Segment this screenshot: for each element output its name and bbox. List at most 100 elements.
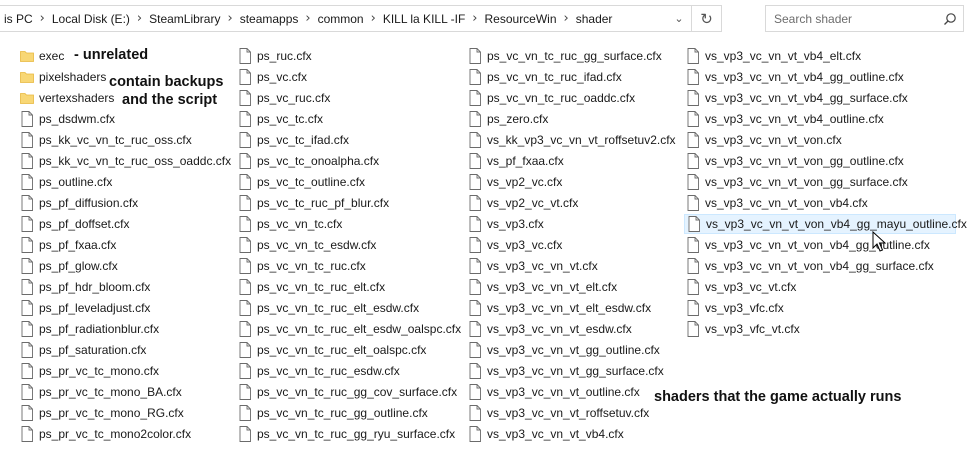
file-item[interactable]: ps_vc_vn_tc_ruc_gg_outline.cfx [236,403,428,423]
file-item[interactable]: vs_vp3_vc_vn_vt_vb4_outline.cfx [684,109,884,129]
file-item[interactable]: vs_vp3_vc_vn_vt_vb4_gg_surface.cfx [684,88,908,108]
file-item[interactable]: ps_vc_vn_tc_ruc_elt.cfx [236,277,385,297]
file-item[interactable]: ps_vc_tc.cfx [236,109,323,129]
file-item[interactable]: vs_vp3_vc_vn_vt_roffsetuv.cfx [466,403,649,423]
file-item[interactable]: ps_outline.cfx [18,172,112,192]
item-label: ps_vc_vn_tc_ruc_elt.cfx [257,280,386,294]
file-item[interactable]: ps_kk_vc_vn_tc_ruc_oss.cfx [18,130,192,150]
chevron-right-icon[interactable]: › [561,11,572,26]
file-item[interactable]: ps_vc.cfx [236,67,307,87]
search-input[interactable] [766,11,937,26]
search-icon[interactable] [937,6,963,31]
file-item[interactable]: ps_pr_vc_tc_mono.cfx [18,361,159,381]
file-item[interactable]: ps_vc_vn_tc_ruc_elt_oalspc.cfx [236,340,426,360]
file-item[interactable]: ps_vc_tc_outline.cfx [236,172,365,192]
chevron-down-icon[interactable]: ⌄ [667,6,691,31]
file-item[interactable]: ps_dsdwm.cfx [18,109,115,129]
file-item[interactable]: vs_vp3_vc_vn_vt_von_gg_surface.cfx [684,172,908,192]
chevron-right-icon[interactable]: › [469,11,480,26]
file-item[interactable]: ps_vc_vn_tc_ruc_ifad.cfx [466,67,622,87]
chevron-right-icon[interactable]: › [134,11,145,26]
file-item[interactable]: ps_vc_ruc.cfx [236,88,330,108]
file-item[interactable]: vs_vp3_vc_vn_vt_vb4.cfx [466,424,624,444]
file-item[interactable]: vs_vp3_vc_vn_vt_von_vb4_gg_mayu_outline.… [684,214,967,234]
file-item[interactable]: vs_vp3_vc_vn_vt_vb4_elt.cfx [684,46,861,66]
file-item[interactable]: ps_vc_vn_tc_ruc_oaddc.cfx [466,88,635,108]
file-item[interactable]: ps_vc_tc_ifad.cfx [236,130,349,150]
file-item[interactable]: vs_vp3_vfc_vt.cfx [684,319,800,339]
folder-item[interactable]: exec [18,46,64,66]
file-item[interactable]: vs_vp3_vc.cfx [466,235,562,255]
file-item[interactable]: vs_vp3_vc_vn_vt_vb4_gg_outline.cfx [684,67,904,87]
file-item[interactable]: ps_pf_hdr_bloom.cfx [18,277,150,297]
file-item[interactable]: vs_pf_fxaa.cfx [466,151,564,171]
file-item[interactable]: ps_pf_radiationblur.cfx [18,319,159,339]
file-item[interactable]: vs_vp2_vc.cfx [466,172,562,192]
file-item[interactable]: ps_vc_vn_tc_ruc_elt_esdw_oalspc.cfx [236,319,461,339]
item-label: vs_vp3_vc_vn_vt_von_gg_outline.cfx [705,154,904,168]
breadcrumb-item[interactable]: is PC [0,12,37,26]
file-item[interactable]: ps_vc_vn_tc_ruc_gg_ryu_surface.cfx [236,424,455,444]
breadcrumb-item[interactable]: shader [572,12,617,26]
chevron-right-icon[interactable]: › [37,11,48,26]
file-icon [686,174,700,190]
chevron-right-icon[interactable]: › [368,11,379,26]
file-item[interactable]: vs_kk_vp3_vc_vn_vt_roffsetuv2.cfx [466,130,676,150]
folder-item[interactable]: pixelshaders [18,67,106,87]
file-item[interactable]: vs_vp3_vc_vn_vt_von_vb4_gg_outline.cfx [684,235,930,255]
file-item[interactable]: ps_vc_vn_tc_ruc_elt_esdw.cfx [236,298,419,318]
file-item[interactable]: ps_vc_vn_tc_ruc_gg_cov_surface.cfx [236,382,457,402]
breadcrumb-item[interactable]: common [314,12,368,26]
file-item[interactable]: vs_vp3_vc_vn_vt_elt_esdw.cfx [466,298,651,318]
file-item[interactable]: vs_vp3_vc_vn_vt_von.cfx [684,130,842,150]
file-icon [238,300,252,316]
file-item[interactable]: ps_vc_vn_tc_esdw.cfx [236,235,376,255]
file-item[interactable]: vs_vp3_vc_vn_vt_gg_surface.cfx [466,361,664,381]
item-label: vs_vp3_vc_vn_vt_gg_surface.cfx [487,364,664,378]
file-item[interactable]: vs_vp3_vc_vn_vt_outline.cfx [466,382,640,402]
breadcrumb-item[interactable]: SteamLibrary [145,12,224,26]
file-item[interactable]: vs_vp3_vc_vn_vt_gg_outline.cfx [466,340,660,360]
file-item[interactable]: ps_pf_diffusion.cfx [18,193,138,213]
file-item[interactable]: ps_vc_tc_ruc_pf_blur.cfx [236,193,389,213]
chevron-right-icon[interactable]: › [302,11,313,26]
file-item[interactable]: vs_vp3.cfx [466,214,544,234]
item-label: exec [39,49,65,63]
file-item[interactable]: ps_ruc.cfx [236,46,312,66]
file-item[interactable]: ps_pr_vc_tc_mono_BA.cfx [18,382,182,402]
file-item[interactable]: ps_pf_doffset.cfx [18,214,130,234]
file-item[interactable]: ps_zero.cfx [466,109,548,129]
file-item[interactable]: ps_vc_vn_tc_ruc.cfx [236,256,366,276]
chevron-right-icon[interactable]: › [224,11,235,26]
breadcrumb-item[interactable]: steamapps [236,12,303,26]
file-item[interactable]: ps_kk_vc_vn_tc_ruc_oss_oaddc.cfx [18,151,231,171]
file-item[interactable]: ps_vc_vn_tc_ruc_gg_surface.cfx [466,46,662,66]
file-item[interactable]: vs_vp3_vc_vn_vt_esdw.cfx [466,319,632,339]
file-item[interactable]: ps_pf_saturation.cfx [18,340,146,360]
file-item[interactable]: ps_pr_vc_tc_mono2color.cfx [18,424,191,444]
file-item[interactable]: ps_pf_fxaa.cfx [18,235,116,255]
file-item[interactable]: vs_vp3_vc_vn_vt_elt.cfx [466,277,617,297]
refresh-icon[interactable]: ↻ [691,6,721,31]
file-item[interactable]: ps_vc_vn_tc.cfx [236,214,342,234]
file-icon [238,48,252,64]
file-item[interactable]: vs_vp3_vc_vn_vt.cfx [466,256,598,276]
file-item[interactable]: ps_pf_leveladjust.cfx [18,298,150,318]
search-box[interactable] [765,5,964,32]
breadcrumb-item[interactable]: Local Disk (E:) [48,12,134,26]
file-item[interactable]: vs_vp3_vc_vn_vt_von_gg_outline.cfx [684,151,904,171]
file-item[interactable]: ps_pf_glow.cfx [18,256,118,276]
folder-item[interactable]: vertexshaders [18,88,114,108]
file-item[interactable]: vs_vp3_vc_vn_vt_von_vb4.cfx [684,193,868,213]
file-item[interactable]: ps_vc_vn_tc_ruc_esdw.cfx [236,361,400,381]
file-item[interactable]: vs_vp3_vc_vt.cfx [684,277,796,297]
file-item[interactable]: ps_vc_tc_onoalpha.cfx [236,151,379,171]
file-item[interactable]: vs_vp3_vc_vn_vt_von_vb4_gg_surface.cfx [684,256,934,276]
breadcrumb-item[interactable]: KILL la KILL -IF [379,12,469,26]
file-item[interactable]: ps_pr_vc_tc_mono_RG.cfx [18,403,184,423]
file-item[interactable]: vs_vp3_vfc.cfx [684,298,784,318]
breadcrumb-item[interactable]: ResourceWin [481,12,561,26]
address-bar[interactable]: is PC › Local Disk (E:) › SteamLibrary › steam… [0,5,722,32]
file-item[interactable]: vs_vp2_vc_vt.cfx [466,193,578,213]
file-icon [686,111,700,127]
